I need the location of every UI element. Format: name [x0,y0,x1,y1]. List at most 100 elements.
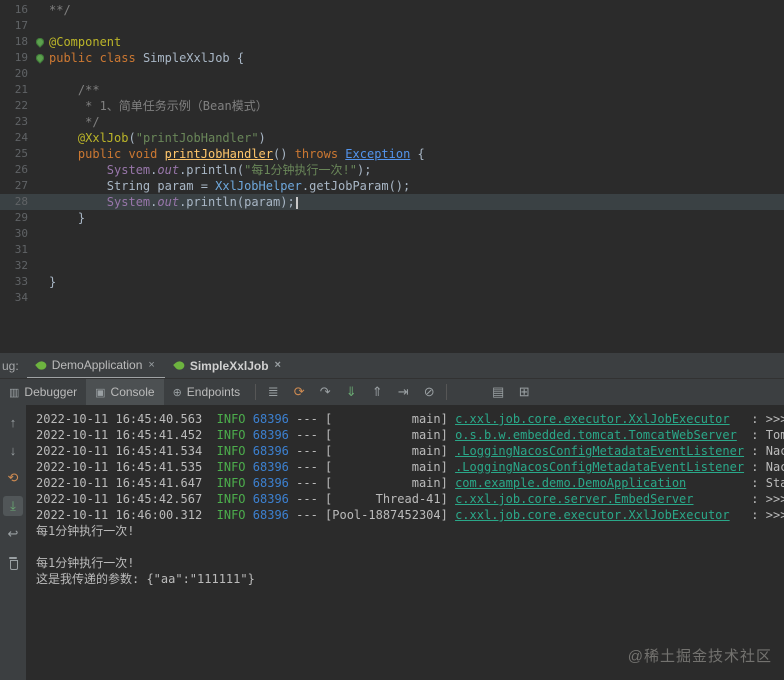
view-tab-label: Console [110,385,155,399]
close-icon[interactable]: × [275,360,281,371]
step-over-icon[interactable]: ↷ [314,382,336,402]
thread-dump-icon[interactable]: ▤ [487,382,509,402]
run-tab-simplexxljob[interactable]: SimpleXxlJob × [165,353,291,378]
code-text: System.out.println("每1分钟执行一次!"); [106,163,372,177]
toolbar-icons: ≣ ⟳ ↷ ⇓ ⇑ ⇥ ⊘ [262,382,440,402]
code-text: } [49,211,86,225]
step-out-icon[interactable]: ⇑ [366,382,388,402]
code-text: @XxlJob("printJobHandler") [77,131,266,145]
toolbar-separator [255,384,257,400]
code-line[interactable]: 24 @XxlJob("printJobHandler") [0,130,784,146]
line-number: 27 [14,179,28,192]
clear-console-icon[interactable] [3,552,23,572]
scroll-down-icon[interactable]: ↓ [3,440,23,460]
debug-toolbar: ▥ Debugger ▣ Console ⊕ Endpoints ≣ ⟳ ↷ ⇓ ⇑ ⇥ ⊘ ▤ ⊞ [0,378,784,405]
layout-settings-icon[interactable]: ⊞ [513,382,535,402]
line-number: 32 [14,259,28,272]
gutter-spacer [31,290,49,306]
code-line[interactable]: 30 [0,226,784,242]
code-line[interactable]: 16 **/ [0,2,784,18]
text-caret [295,196,298,209]
run-tab-label: SimpleXxlJob [189,358,269,373]
console-log-line: 2022-10-11 16:45:41.452 INFO 68396 --- [… [36,428,784,442]
code-line[interactable]: 18 @Component [0,34,784,50]
console-stdout-line [36,539,784,555]
toolbar-right-icons: ▤ ⊞ [487,382,535,402]
console-log-lines: 2022-10-11 16:45:40.563 INFO 68396 --- [… [36,411,784,523]
tab-console[interactable]: ▣ Console [86,379,164,405]
run-tab-label: DemoApplication [51,358,143,372]
code-line[interactable]: 21 /** [0,82,784,98]
code-line[interactable]: 33} [0,274,784,290]
run-tabs: DemoApplication × SimpleXxlJob × [26,353,291,378]
spring-bean-icon[interactable] [31,34,49,50]
line-number: 17 [14,19,28,32]
rerun-program-icon[interactable]: ⟳ [288,382,310,402]
line-number: 21 [14,83,28,96]
code-line[interactable]: 28 System.out.println(param); [0,194,784,210]
code-line[interactable]: 34 [0,290,784,306]
debug-dock-label: ug: [2,358,19,373]
console-stdout-line: 这是我传递的参数: {"aa":"111111"} [36,572,255,586]
code-line[interactable]: 22 * 1、简单任务示例（Bean模式） [0,98,784,114]
tab-endpoints[interactable]: ⊕ Endpoints [164,379,250,405]
toolbar-separator [446,384,448,400]
gutter-spacer [31,98,49,114]
line-number: 31 [14,243,28,256]
line-number: 34 [14,291,28,304]
soft-wrap-icon[interactable]: ↩ [3,524,23,544]
options-menu-icon[interactable]: ≣ [262,382,284,402]
console-log-line: 2022-10-11 16:45:41.647 INFO 68396 --- [… [36,476,784,490]
code-line[interactable]: 31 [0,242,784,258]
code-text: public class SimpleXxlJob { [49,51,245,65]
line-number: 20 [14,67,28,80]
mute-breakpoints-icon[interactable]: ⊘ [418,382,440,402]
clear-console-icon [7,556,19,570]
line-number: 24 [14,131,28,144]
code-line[interactable]: 27 String param = XxlJobHelper.getJobPar… [0,178,784,194]
console-icon: ▣ [95,386,106,399]
code-text: /** [49,83,100,97]
tab-debugger[interactable]: ▥ Debugger [0,379,86,405]
line-number: 33 [14,275,28,288]
console-log-line: 2022-10-11 16:45:41.535 INFO 68396 --- [… [36,460,784,474]
console-output[interactable]: 2022-10-11 16:45:40.563 INFO 68396 --- [… [26,405,784,680]
gutter-spacer [31,274,49,290]
rerun-icon[interactable]: ⟲ [3,468,23,488]
spring-boot-icon [34,358,48,372]
code-line[interactable]: 25 public void printJobHandler() throws … [0,146,784,162]
code-line[interactable]: 29 } [0,210,784,226]
endpoints-icon: ⊕ [172,386,182,399]
gutter-spacer [31,18,49,34]
spring-bean-icon[interactable] [31,50,49,66]
gutter-spacer [31,82,49,98]
scroll-to-end-icon[interactable]: ⤓ [3,496,23,516]
code-line[interactable]: 20 [0,66,784,82]
gutter-spacer [31,130,49,146]
code-line[interactable]: 23 */ [0,114,784,130]
view-tab-label: Debugger [24,385,78,399]
close-icon[interactable]: × [148,359,154,371]
code-line[interactable]: 19 public class SimpleXxlJob { [0,50,784,66]
code-line[interactable]: 32 [0,258,784,274]
code-editor[interactable]: 16 **/ 17 18 @Component 19 public class Simple… [0,0,784,352]
scroll-up-icon[interactable]: ↑ [3,412,23,432]
run-tab-demoapplication[interactable]: DemoApplication × [26,353,165,378]
console-side-toolbar: ↑ ↓ ⟲ ⤓ ↩ [0,405,26,680]
gutter-spacer [31,146,49,162]
ide-window: 16 **/ 17 18 @Component 19 public class Simple… [0,0,784,680]
code-line[interactable]: 17 [0,18,784,34]
gutter-spacer [31,178,49,194]
step-into-icon[interactable]: ⇓ [340,382,362,402]
code-line[interactable]: 26 System.out.println("每1分钟执行一次!"); [0,162,784,178]
console-log-line: 2022-10-11 16:45:41.534 INFO 68396 --- [… [36,444,784,458]
gutter-spacer [31,162,49,178]
console-stdout-line: 每1分钟执行一次! [36,524,135,538]
view-tabs: ▥ Debugger ▣ Console ⊕ Endpoints [0,379,249,405]
code-text: */ [49,115,100,129]
console-stdout-line: 每1分钟执行一次! [36,556,135,570]
console-panel: ↑ ↓ ⟲ ⤓ ↩ 2022-10-11 16:45:40.563 INFO 68396… [0,405,784,680]
run-to-cursor-icon[interactable]: ⇥ [392,382,414,402]
code-text: **/ [49,3,71,17]
line-number: 19 [14,51,28,64]
